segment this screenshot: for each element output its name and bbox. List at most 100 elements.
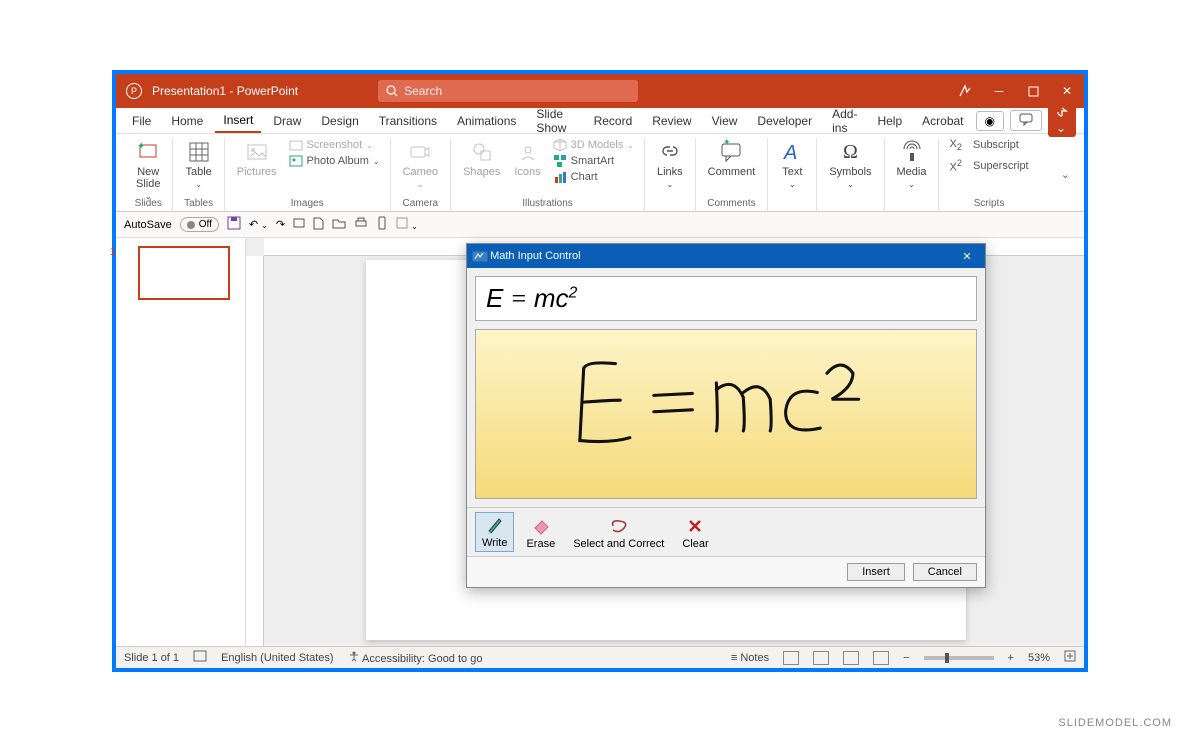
tab-file[interactable]: File	[124, 110, 159, 132]
powerpoint-icon: P	[126, 83, 142, 99]
new-slide-button[interactable]: ✦ New Slide⌄	[132, 138, 164, 203]
comments-pane-button[interactable]	[1010, 110, 1042, 131]
tab-review[interactable]: Review	[644, 110, 699, 132]
zoom-slider[interactable]	[924, 656, 994, 660]
comment-icon: ✦	[719, 140, 743, 164]
ribbon-collapse-button[interactable]: ⌄	[1061, 168, 1076, 181]
edit-area: 5 6 Math Input Control ✕ E = mc2	[246, 238, 1084, 646]
camera-record-button[interactable]: ◉	[976, 111, 1004, 131]
ribbon-tabs: File Home Insert Draw Design Transitions…	[116, 108, 1084, 134]
search-box[interactable]: Search	[378, 80, 638, 102]
write-tool-button[interactable]: Write	[475, 512, 514, 552]
undo-button[interactable]: ↶ ⌄	[249, 218, 268, 231]
cameo-button[interactable]: Cameo⌄	[399, 138, 442, 191]
tab-acrobat[interactable]: Acrobat	[914, 110, 971, 132]
tab-home[interactable]: Home	[163, 110, 211, 132]
text-button[interactable]: A Text⌄	[776, 138, 808, 191]
spellcheck-icon[interactable]	[193, 650, 207, 665]
slide-thumbnail-pane[interactable]: 1	[116, 238, 246, 646]
3d-models-button[interactable]: 3D Models ⌄	[551, 138, 636, 152]
screenshot-button[interactable]: Screenshot ⌄	[287, 138, 382, 152]
share-button[interactable]: ⌄	[1048, 104, 1076, 137]
zoom-in-button[interactable]: +	[1008, 652, 1014, 664]
normal-view-button[interactable]	[783, 651, 799, 665]
equation-preview: E = mc2	[475, 276, 977, 321]
tab-record[interactable]: Record	[586, 110, 641, 132]
notes-button[interactable]: ≡ Notes	[731, 652, 769, 664]
slideshow-start-button[interactable]	[293, 217, 305, 232]
group-symbols: Ω Symbols⌄	[817, 138, 884, 211]
ink-canvas[interactable]	[475, 329, 977, 499]
media-icon	[900, 140, 924, 164]
svg-text:✦: ✦	[723, 137, 731, 147]
autosave-toggle[interactable]: Off	[180, 217, 219, 232]
group-links: Links⌄	[645, 138, 696, 211]
links-button[interactable]: Links⌄	[653, 138, 687, 191]
tab-insert[interactable]: Insert	[215, 109, 261, 133]
reading-view-button[interactable]	[843, 651, 859, 665]
language-status[interactable]: English (United States)	[221, 652, 334, 664]
slide-count[interactable]: Slide 1 of 1	[124, 652, 179, 664]
redo-button[interactable]: ↷	[276, 218, 285, 231]
zoom-out-button[interactable]: −	[903, 652, 909, 664]
fit-to-window-button[interactable]	[1064, 650, 1076, 665]
tab-design[interactable]: Design	[313, 110, 366, 132]
slideshow-view-button[interactable]	[873, 651, 889, 665]
tab-slideshow[interactable]: Slide Show	[528, 103, 581, 139]
omega-icon: Ω	[838, 140, 862, 164]
table-icon	[187, 140, 211, 164]
titlebar: P Presentation1 - PowerPoint Search ─ ✕	[116, 74, 1084, 108]
group-camera: Cameo⌄ Camera	[391, 138, 451, 211]
subscript-button[interactable]: X2 Subscript	[947, 138, 1030, 152]
autosave-label: AutoSave	[124, 219, 172, 231]
eraser-icon	[531, 516, 551, 536]
clear-tool-button[interactable]: Clear	[676, 514, 714, 552]
qat-open-button[interactable]	[332, 217, 346, 232]
qat-more-button[interactable]: ⌄	[396, 217, 418, 232]
qat-print-button[interactable]	[354, 217, 368, 232]
smartart-button[interactable]: SmartArt	[551, 154, 636, 168]
close-button[interactable]: ✕	[1050, 74, 1084, 108]
select-correct-tool-button[interactable]: Select and Correct	[567, 514, 670, 552]
group-images: Pictures Screenshot ⌄ Photo Album ⌄ Imag…	[225, 138, 391, 211]
minimize-button[interactable]: ─	[982, 74, 1016, 108]
tab-view[interactable]: View	[704, 110, 746, 132]
zoom-percent[interactable]: 53%	[1028, 652, 1050, 664]
tab-draw[interactable]: Draw	[265, 110, 309, 132]
slide-thumbnail-1[interactable]	[138, 246, 230, 300]
cancel-button[interactable]: Cancel	[913, 563, 977, 581]
erase-tool-button[interactable]: Erase	[520, 514, 561, 552]
group-text: A Text⌄	[768, 138, 817, 211]
text-icon: A	[780, 140, 804, 164]
tab-addins[interactable]: Add-ins	[824, 103, 865, 139]
symbols-button[interactable]: Ω Symbols⌄	[825, 138, 875, 191]
vertical-ruler	[246, 256, 264, 646]
table-button[interactable]: Table⌄	[181, 138, 215, 191]
maximize-button[interactable]	[1016, 74, 1050, 108]
insert-button[interactable]: Insert	[847, 563, 905, 581]
dialog-close-button[interactable]: ✕	[955, 250, 979, 263]
accessibility-status[interactable]: Accessibility: Good to go	[348, 650, 483, 665]
chart-button[interactable]: Chart	[551, 170, 636, 184]
tab-developer[interactable]: Developer	[749, 110, 820, 132]
accessibility-icon	[348, 650, 360, 662]
icons-button[interactable]: Icons	[510, 138, 544, 180]
tab-transitions[interactable]: Transitions	[371, 110, 445, 132]
superscript-button[interactable]: X2 Superscript	[947, 158, 1030, 174]
media-button[interactable]: Media⌄	[893, 138, 931, 191]
tab-animations[interactable]: Animations	[449, 110, 524, 132]
save-button[interactable]	[227, 216, 241, 233]
math-input-dialog: Math Input Control ✕ E = mc2	[466, 243, 986, 588]
photo-album-button[interactable]: Photo Album ⌄	[287, 154, 382, 168]
thumb-number: 1	[110, 246, 116, 258]
coming-soon-icon[interactable]	[948, 74, 982, 108]
group-media: Media⌄	[885, 138, 940, 211]
comment-button[interactable]: ✦ Comment	[704, 138, 760, 180]
dialog-titlebar[interactable]: Math Input Control ✕	[467, 244, 985, 268]
qat-touch-button[interactable]	[376, 216, 388, 233]
sorter-view-button[interactable]	[813, 651, 829, 665]
pictures-button[interactable]: Pictures	[233, 138, 281, 180]
tab-help[interactable]: Help	[869, 110, 910, 132]
qat-new-file-button[interactable]	[313, 217, 324, 233]
shapes-button[interactable]: Shapes	[459, 138, 504, 180]
